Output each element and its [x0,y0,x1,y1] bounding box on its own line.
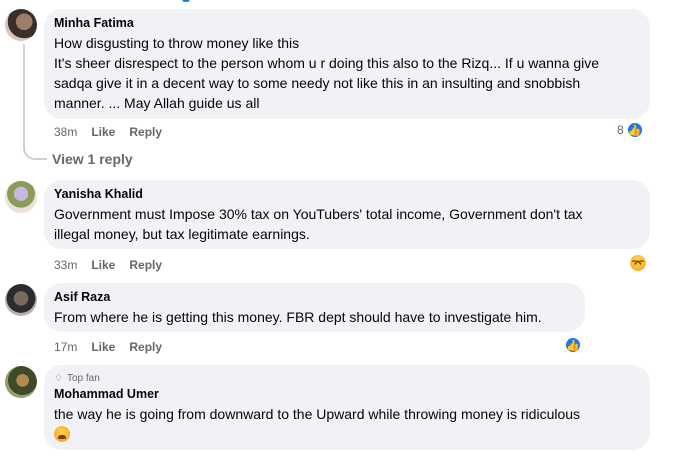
avatar[interactable] [5,181,37,213]
reply-button[interactable]: Reply [129,125,162,139]
comment-actions: 17m Like Reply [54,340,162,354]
comment-bubble: Yanisha Khalid Government must Impose 30… [44,180,650,249]
comment-timestamp[interactable]: 17m [54,340,77,354]
view-replies-link[interactable]: View 1 reply [52,151,133,167]
like-button[interactable]: Like [91,340,115,354]
badge-label: Top fan [66,373,100,384]
comment-author[interactable]: Yanisha Khalid [54,187,638,202]
top-fan-badge: ♢ Top fan [54,372,638,386]
comment-text-line: manner. ... May Allah guide us all [54,95,260,111]
like-icon: 👍 [564,336,582,354]
like-button[interactable]: Like [91,125,115,139]
comment-text-line: From where he is getting this money. FBR… [54,309,542,325]
comment-author[interactable]: Minha Fatima [54,16,638,31]
reply-thread-curve [23,140,47,160]
comment-text-line: the way he is going from downward to the… [54,406,581,422]
diamond-icon: ♢ [54,373,63,384]
comment-actions: 33m Like Reply [54,258,162,272]
reply-button[interactable]: Reply [129,258,162,272]
comment-author[interactable]: Mohammad Umer [54,387,638,402]
comment-text-line: How disgusting to throw money like this [54,35,300,51]
reaction-summary[interactable]: 👍 [564,336,582,354]
avatar[interactable] [5,366,37,398]
comment-timestamp[interactable]: 38m [54,125,77,139]
avatar[interactable] [5,9,37,41]
haha-icon: ⌤ [628,253,648,273]
comment-text-line: sadqa give it in a decent way to some ne… [54,75,581,91]
reaction-summary[interactable]: ⌤ [628,253,648,273]
comment-actions: 38m Like Reply [54,125,162,139]
comment-text-line: It's sheer disrespect to the person whom… [54,55,600,71]
avatar[interactable] [5,284,37,316]
reaction-summary[interactable]: 8 👍 [617,121,644,139]
comment-bubble: ♢ Top fan Mohammad Umer the way he is go… [44,365,650,450]
crying-laughing-emoji-icon [54,426,70,442]
reply-thread-line [23,44,25,148]
reaction-count: 8 [617,123,624,137]
scroll-marker [182,0,190,2]
comment-author[interactable]: Asif Raza [54,290,573,305]
comment-text-line: Government must Impose 30% tax on YouTub… [54,206,583,222]
reply-button[interactable]: Reply [129,340,162,354]
comment-timestamp[interactable]: 33m [54,258,77,272]
comment-text-line: illegal money, but tax legitimate earnin… [54,226,310,242]
comment-bubble: Asif Raza From where he is getting this … [44,283,585,332]
like-button[interactable]: Like [91,258,115,272]
comment-bubble: Minha Fatima How disgusting to throw mon… [44,9,650,119]
like-icon: 👍 [625,121,644,139]
